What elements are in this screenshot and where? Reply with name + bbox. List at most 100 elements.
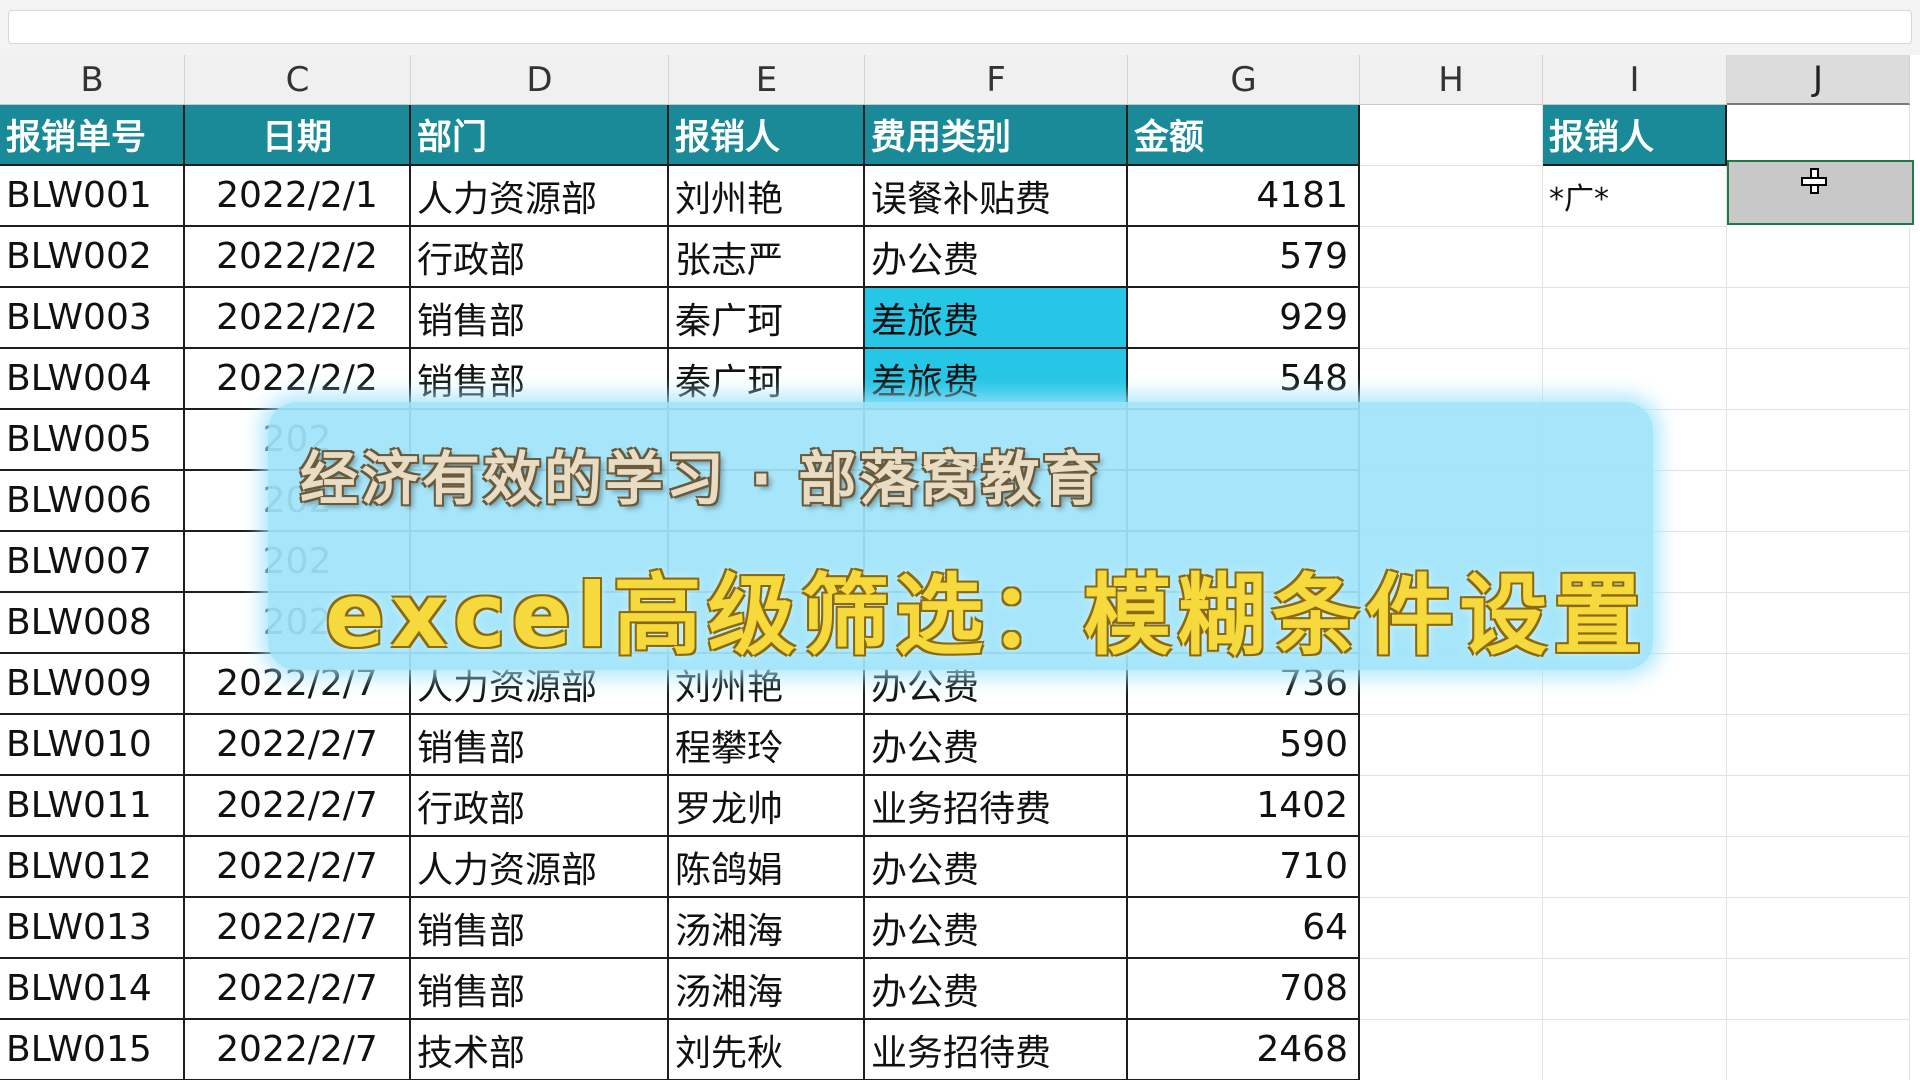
column-header-c[interactable]: C [185,55,411,105]
table-cell[interactable]: 刘先秋 [669,1020,865,1080]
grid-cell[interactable] [1543,837,1727,898]
table-header-cell[interactable]: 日期 [185,105,411,166]
table-cell[interactable]: 590 [1128,715,1360,776]
table-cell[interactable]: 销售部 [411,898,669,959]
grid-cell[interactable] [1543,349,1727,410]
table-cell[interactable]: BLW014 [0,959,185,1020]
table-cell[interactable]: 2022/2/7 [185,1020,411,1080]
table-cell[interactable]: 秦广珂 [669,349,865,410]
table-cell[interactable]: 929 [1128,288,1360,349]
table-header-cell[interactable]: 金额 [1128,105,1360,166]
table-cell[interactable]: 548 [1128,349,1360,410]
table-cell[interactable]: BLW008 [0,593,185,654]
table-cell[interactable]: 技术部 [411,1020,669,1080]
table-cell[interactable]: 办公费 [865,715,1128,776]
grid-cell[interactable] [1543,288,1727,349]
table-cell[interactable]: 办公费 [865,227,1128,288]
grid-cell[interactable] [1727,288,1910,349]
grid-cell[interactable] [1360,227,1543,288]
table-cell[interactable]: BLW010 [0,715,185,776]
grid-cell[interactable] [1727,776,1910,837]
table-cell[interactable]: 业务招待费 [865,1020,1128,1080]
table-cell[interactable]: BLW007 [0,532,185,593]
table-cell[interactable]: 差旅费 [865,288,1128,349]
criteria-header-empty-cell[interactable] [1727,105,1910,166]
table-header-cell[interactable]: 费用类别 [865,105,1128,166]
table-cell[interactable]: 2022/2/7 [185,715,411,776]
grid-cell[interactable] [1727,1020,1910,1080]
table-cell[interactable]: 汤湘海 [669,898,865,959]
table-cell[interactable]: 行政部 [411,776,669,837]
table-cell[interactable]: 张志严 [669,227,865,288]
table-cell[interactable]: 710 [1128,837,1360,898]
table-cell[interactable]: 2022/2/2 [185,349,411,410]
column-header-d[interactable]: D [411,55,669,105]
grid-cell[interactable] [1543,776,1727,837]
table-cell[interactable]: 行政部 [411,227,669,288]
table-cell[interactable]: BLW001 [0,166,185,227]
table-cell[interactable]: 2022/2/7 [185,959,411,1020]
table-cell[interactable]: 汤湘海 [669,959,865,1020]
grid-cell[interactable] [1360,959,1543,1020]
table-cell[interactable]: BLW011 [0,776,185,837]
table-cell[interactable]: 销售部 [411,288,669,349]
grid-cell[interactable] [1360,898,1543,959]
grid-cell[interactable] [1727,593,1910,654]
grid-cell[interactable] [1360,166,1543,227]
table-header-cell[interactable]: 报销人 [669,105,865,166]
grid-cell[interactable] [1727,227,1910,288]
table-cell[interactable]: BLW003 [0,288,185,349]
table-header-cell[interactable]: 部门 [411,105,669,166]
table-cell[interactable]: 销售部 [411,959,669,1020]
grid-cell[interactable] [1360,776,1543,837]
table-cell[interactable]: 人力资源部 [411,166,669,227]
grid-cell[interactable] [1727,715,1910,776]
table-cell[interactable]: 办公费 [865,898,1128,959]
table-cell[interactable]: 人力资源部 [411,837,669,898]
grid-cell[interactable] [1727,471,1910,532]
table-cell[interactable]: 秦广珂 [669,288,865,349]
grid-cell[interactable] [1360,349,1543,410]
table-cell[interactable]: 1402 [1128,776,1360,837]
grid-cell[interactable] [1727,837,1910,898]
grid-cell[interactable] [1360,837,1543,898]
grid-cell[interactable] [1543,959,1727,1020]
column-header-b[interactable]: B [0,55,185,105]
grid-cell[interactable] [1360,288,1543,349]
grid-cell[interactable] [1727,959,1910,1020]
grid-cell[interactable] [1543,715,1727,776]
table-cell[interactable]: BLW009 [0,654,185,715]
column-header-g[interactable]: G [1128,55,1360,105]
column-header-f[interactable]: F [865,55,1128,105]
table-cell[interactable]: 罗龙帅 [669,776,865,837]
grid-cell[interactable] [1727,349,1910,410]
table-cell[interactable]: 销售部 [411,349,669,410]
table-cell[interactable]: 程攀玲 [669,715,865,776]
grid-cell[interactable] [1543,898,1727,959]
grid-cell[interactable] [1360,1020,1543,1080]
grid-cell[interactable] [1543,1020,1727,1080]
table-cell[interactable]: BLW004 [0,349,185,410]
table-cell[interactable]: 2022/2/7 [185,898,411,959]
table-cell[interactable]: BLW012 [0,837,185,898]
table-cell[interactable]: 办公费 [865,959,1128,1020]
grid-cell[interactable] [1727,532,1910,593]
formula-input[interactable] [8,10,1912,44]
table-cell[interactable]: 2022/2/1 [185,166,411,227]
table-cell[interactable]: 业务招待费 [865,776,1128,837]
table-cell[interactable]: 708 [1128,959,1360,1020]
table-cell[interactable]: 误餐补贴费 [865,166,1128,227]
grid-cell[interactable] [1727,654,1910,715]
column-header-h[interactable]: H [1360,55,1543,105]
table-cell[interactable]: 2022/2/7 [185,837,411,898]
grid-cell[interactable] [1543,227,1727,288]
table-cell[interactable]: 2022/2/2 [185,288,411,349]
table-cell[interactable]: BLW015 [0,1020,185,1080]
column-header-j[interactable]: J [1727,55,1910,105]
column-header-i[interactable]: I [1543,55,1727,105]
table-cell[interactable]: 579 [1128,227,1360,288]
grid-cell[interactable] [1360,105,1543,166]
table-cell[interactable]: 2022/2/7 [185,776,411,837]
grid-cell[interactable] [1727,410,1910,471]
criteria-value-cell[interactable]: *广* [1543,166,1727,227]
